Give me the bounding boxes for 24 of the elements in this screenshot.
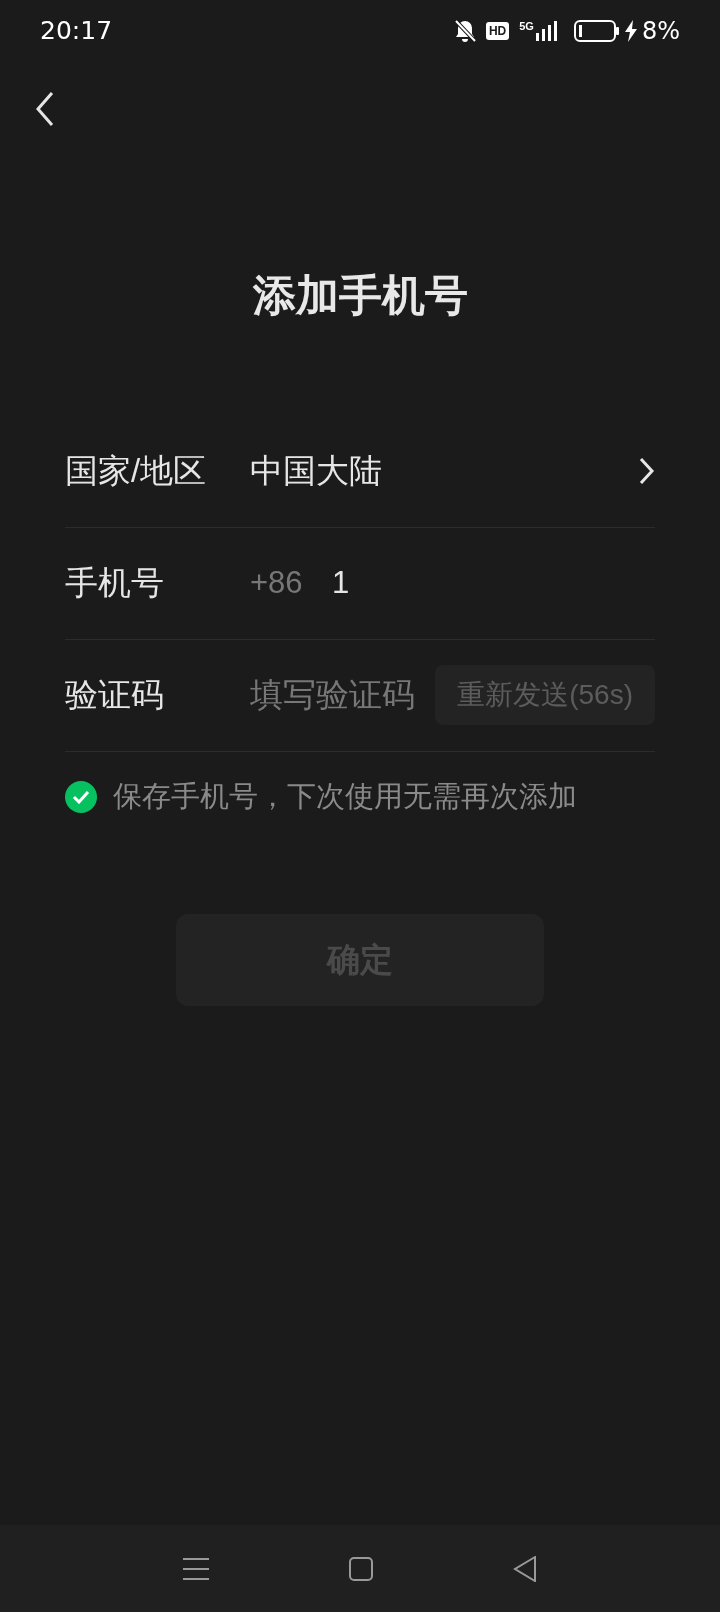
menu-icon[interactable]	[183, 1556, 209, 1581]
region-select[interactable]: 中国大陆	[250, 415, 655, 527]
check-icon	[72, 789, 90, 804]
field-label: 验证码	[65, 675, 165, 716]
battery-icon	[573, 20, 620, 42]
back-icon	[35, 91, 55, 127]
charging-icon	[623, 20, 638, 42]
code-input[interactable]: 填写验证码	[250, 670, 430, 720]
muted-bell-icon	[453, 19, 476, 43]
home-icon[interactable]	[349, 1556, 373, 1581]
checkbox-label: 保存手机号，下次使用无需再次添加	[113, 778, 577, 814]
status-time: 20:17	[40, 15, 113, 48]
hd-indicator: HD	[485, 22, 510, 40]
network-type: 5G	[519, 21, 534, 32]
signal-icon	[535, 21, 558, 41]
field-label: 国家/地区	[65, 451, 208, 492]
checkbox[interactable]	[65, 780, 97, 813]
page-title: 添加手机号	[251, 270, 469, 321]
back-triangle-icon[interactable]	[513, 1555, 537, 1582]
chevron-right-icon	[639, 457, 655, 485]
battery-level: 8%	[641, 16, 680, 47]
country-code: +86	[250, 563, 304, 602]
phone-input[interactable]: 1	[332, 559, 720, 607]
field-label: 手机号	[65, 563, 165, 604]
